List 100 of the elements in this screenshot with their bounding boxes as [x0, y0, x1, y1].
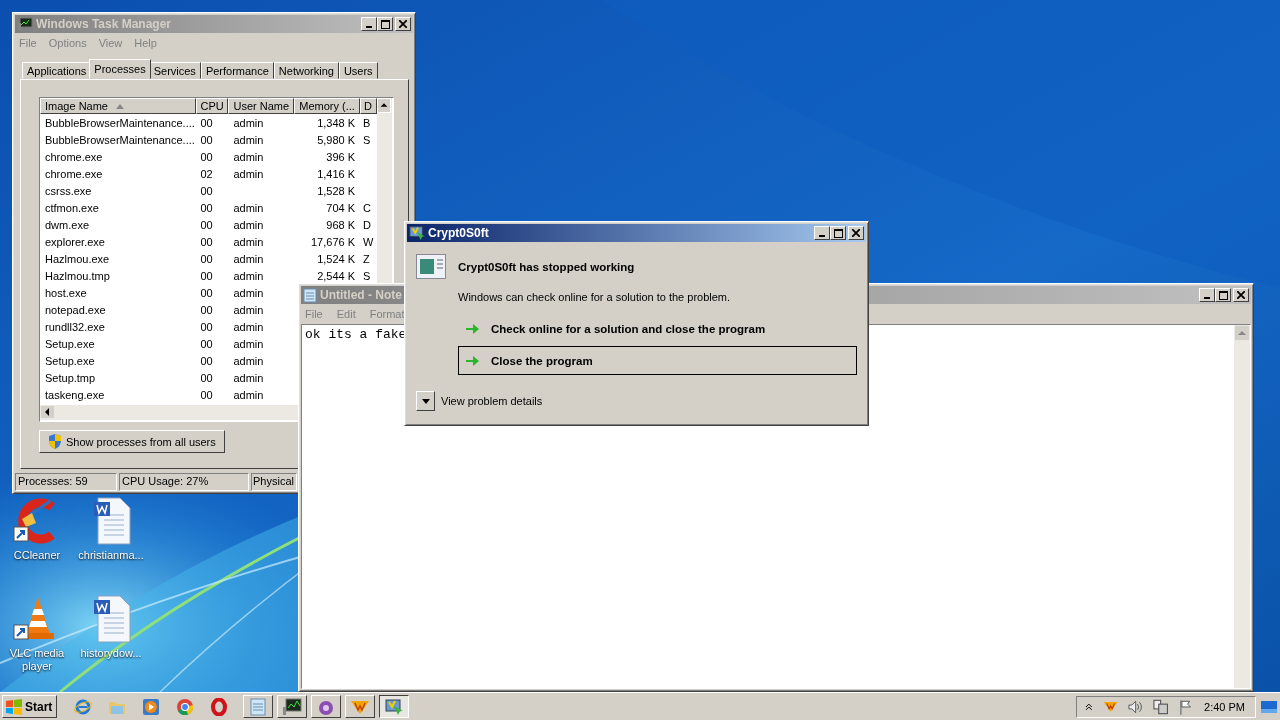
shield-icon[interactable]	[1102, 700, 1118, 713]
table-cell-text: dwm.exe	[44, 218, 91, 231]
table-cell-text: 00	[199, 150, 214, 163]
table-cell-text: 704 K	[325, 201, 357, 214]
expand-button[interactable]	[416, 391, 435, 411]
scrollbar[interactable]	[1234, 325, 1250, 688]
table-cell-text: Setup.exe	[44, 354, 96, 367]
table-cell-text: admin	[232, 354, 265, 367]
arrow-icon	[465, 323, 479, 335]
table-cell-text: admin	[232, 269, 265, 282]
table-cell-text: C	[362, 201, 372, 214]
table-cell-text: 00	[199, 133, 214, 146]
tab[interactable]: Performance	[200, 62, 274, 79]
maximize-icon	[1218, 290, 1228, 300]
table-cell-text: admin	[232, 167, 265, 180]
table-cell-text: 00	[199, 286, 214, 299]
caret-icon	[421, 398, 430, 404]
table-cell-text: ctfmon.exe	[44, 201, 100, 214]
table-cell-text: 17,676 K	[310, 235, 357, 248]
table-cell-text: chrome.exe	[44, 150, 104, 163]
table-cell-text: 00	[199, 354, 214, 367]
shield-icon	[48, 434, 62, 449]
tab[interactable]: Applications	[22, 62, 92, 79]
table-cell-text: 00	[199, 201, 214, 214]
table-cell-text: Setup.tmp	[44, 371, 97, 384]
column-header[interactable]: User Name	[228, 98, 295, 114]
speaker-icon[interactable]	[1128, 699, 1144, 714]
column-header[interactable]: CPU	[195, 98, 229, 114]
dialog-heading: Crypt0S0ft has stopped working	[458, 260, 635, 273]
close-button[interactable]	[848, 226, 864, 240]
table-cell-text: admin	[232, 371, 265, 384]
table-cell-text: S	[362, 269, 372, 282]
table-cell-text: admin	[232, 320, 265, 333]
table-cell-text: chrome.exe	[44, 167, 104, 180]
start-button[interactable]: Start	[2, 695, 58, 718]
table-cell-text: explorer.exe	[44, 235, 106, 248]
table-cell-text: 00	[199, 184, 214, 197]
table-cell-text: Z	[362, 252, 371, 265]
column-header[interactable]: Memory (...	[294, 98, 361, 114]
table-cell-text: BubbleBrowserMaintenance....	[44, 133, 196, 146]
minimize-button[interactable]	[814, 226, 830, 240]
table-cell-text: 00	[199, 303, 214, 316]
opera-icon	[211, 697, 228, 716]
table-cell-text: BubbleBrowserMaintenance....	[44, 116, 196, 129]
tab[interactable]: Users	[338, 62, 378, 79]
desktop-icon-label[interactable]: CCleaner	[13, 549, 61, 562]
table-cell-text: taskeng.exe	[44, 388, 106, 401]
details-label: View problem details	[441, 395, 543, 407]
table-cell-text: 00	[199, 235, 214, 248]
command-link[interactable]: Close the program	[458, 346, 857, 375]
table-cell-text: admin	[232, 252, 265, 265]
table-cell-text: notepad.exe	[44, 303, 107, 316]
table-cell-text: 1,416 K	[316, 167, 357, 180]
chevron-up-icon[interactable]	[1085, 702, 1093, 711]
table-cell-text: admin	[232, 218, 265, 231]
window-title: Crypt0S0ft	[428, 226, 489, 240]
table-cell-text: 396 K	[325, 150, 357, 163]
dialog-message: Windows can check online for a solution to the problem.	[458, 291, 732, 303]
maximize-icon	[380, 19, 390, 29]
table-cell-text: admin	[232, 337, 265, 350]
table-cell-text: admin	[232, 303, 265, 316]
table-cell-text: 2,544 K	[316, 269, 357, 282]
close-icon	[1237, 291, 1245, 299]
task-manager-icon	[282, 697, 303, 716]
table-cell-text: Hazlmou.tmp	[44, 269, 111, 282]
tab[interactable]: Processes	[89, 59, 151, 79]
table-cell-text: S	[362, 133, 372, 146]
table-cell-text: 1,348 K	[316, 116, 357, 129]
table-cell-text: 00	[199, 116, 214, 129]
table-cell-text: Hazlmou.exe	[44, 252, 111, 265]
table-cell-text: 00	[199, 252, 214, 265]
table-cell-text: admin	[232, 388, 265, 401]
chrome-icon	[176, 697, 195, 716]
scroll-left-icon[interactable]	[40, 405, 55, 419]
table-cell-text: W	[362, 235, 375, 248]
show-all-processes-button[interactable]: Show processes from all users	[39, 430, 225, 453]
shield-icon	[350, 698, 371, 715]
sort-arrow-icon	[116, 103, 124, 109]
status-field: CPU Usage: 27%	[119, 473, 249, 491]
app-icon	[385, 697, 404, 716]
table-cell-text: 00	[199, 218, 214, 231]
maximize-button[interactable]	[830, 226, 846, 240]
table-cell-text: 00	[199, 388, 214, 401]
column-header[interactable]: D	[360, 98, 377, 114]
status-field: Processes: 59	[15, 473, 117, 491]
table-cell-text: 00	[199, 337, 214, 350]
scroll-up-icon[interactable]	[377, 98, 391, 113]
tab[interactable]: Networking	[273, 62, 339, 79]
maximize-icon	[833, 228, 843, 238]
task-manager-icon	[17, 17, 33, 31]
program-window-icon	[416, 254, 446, 279]
clock[interactable]: 2:40 PM	[1204, 700, 1245, 713]
table-cell-text: B	[362, 116, 372, 129]
network-icon[interactable]	[1153, 698, 1169, 715]
taskbar-button[interactable]	[379, 695, 410, 718]
table-cell-text: 968 K	[325, 218, 357, 231]
notepad-icon	[250, 697, 267, 716]
tab[interactable]: Services	[148, 62, 201, 79]
column-header[interactable]: Image Name	[40, 98, 196, 114]
table-cell-text: admin	[232, 150, 265, 163]
